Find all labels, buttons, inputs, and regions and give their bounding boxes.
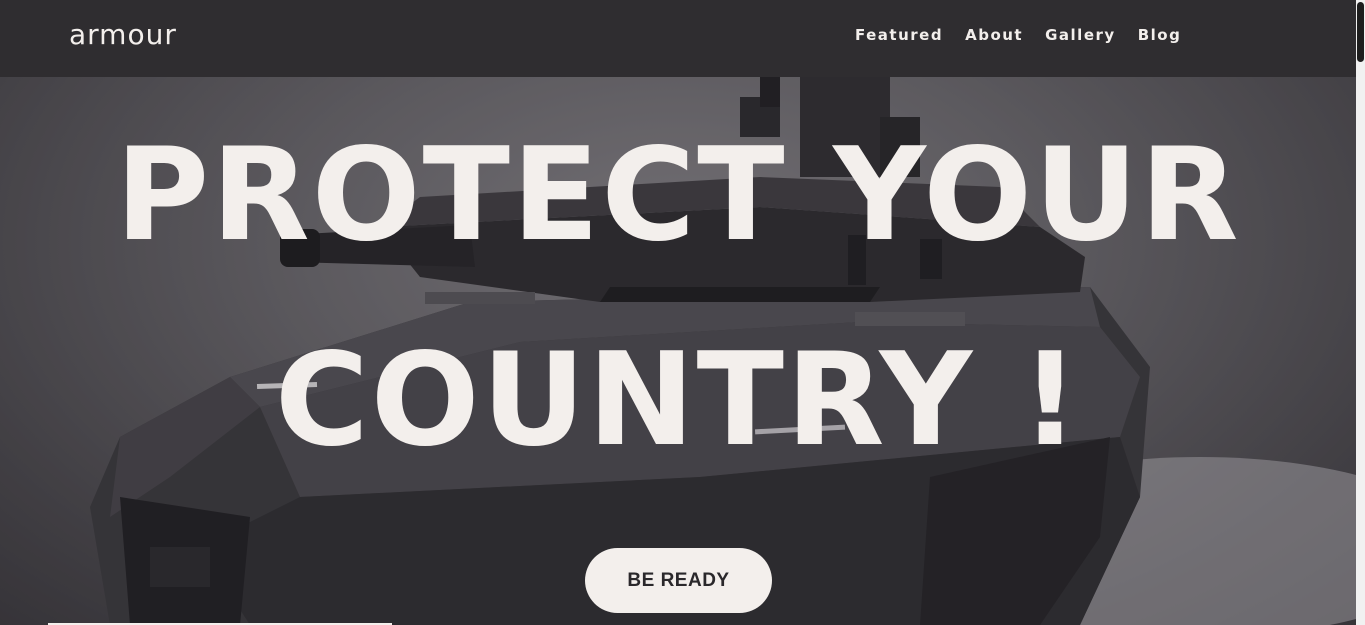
be-ready-button[interactable]: BE READY — [585, 548, 772, 613]
nav-link-about[interactable]: About — [965, 26, 1023, 44]
hero-section: PROTECT YOUR COUNTRY ! BE READY — [0, 77, 1356, 625]
hero-headline-line-1: PROTECT YOUR — [115, 121, 1241, 270]
main-nav: Featured About Gallery Blog — [855, 26, 1181, 44]
nav-link-featured[interactable]: Featured — [855, 26, 943, 44]
nav-link-blog[interactable]: Blog — [1138, 26, 1182, 44]
navbar: armour Featured About Gallery Blog — [0, 0, 1356, 77]
hero-headline-line-2: COUNTRY ! — [274, 326, 1082, 475]
scrollbar-thumb[interactable] — [1357, 2, 1364, 62]
site-logo[interactable]: armour — [69, 18, 177, 51]
nav-link-gallery[interactable]: Gallery — [1045, 26, 1116, 44]
page-scrollbar[interactable] — [1356, 0, 1365, 625]
